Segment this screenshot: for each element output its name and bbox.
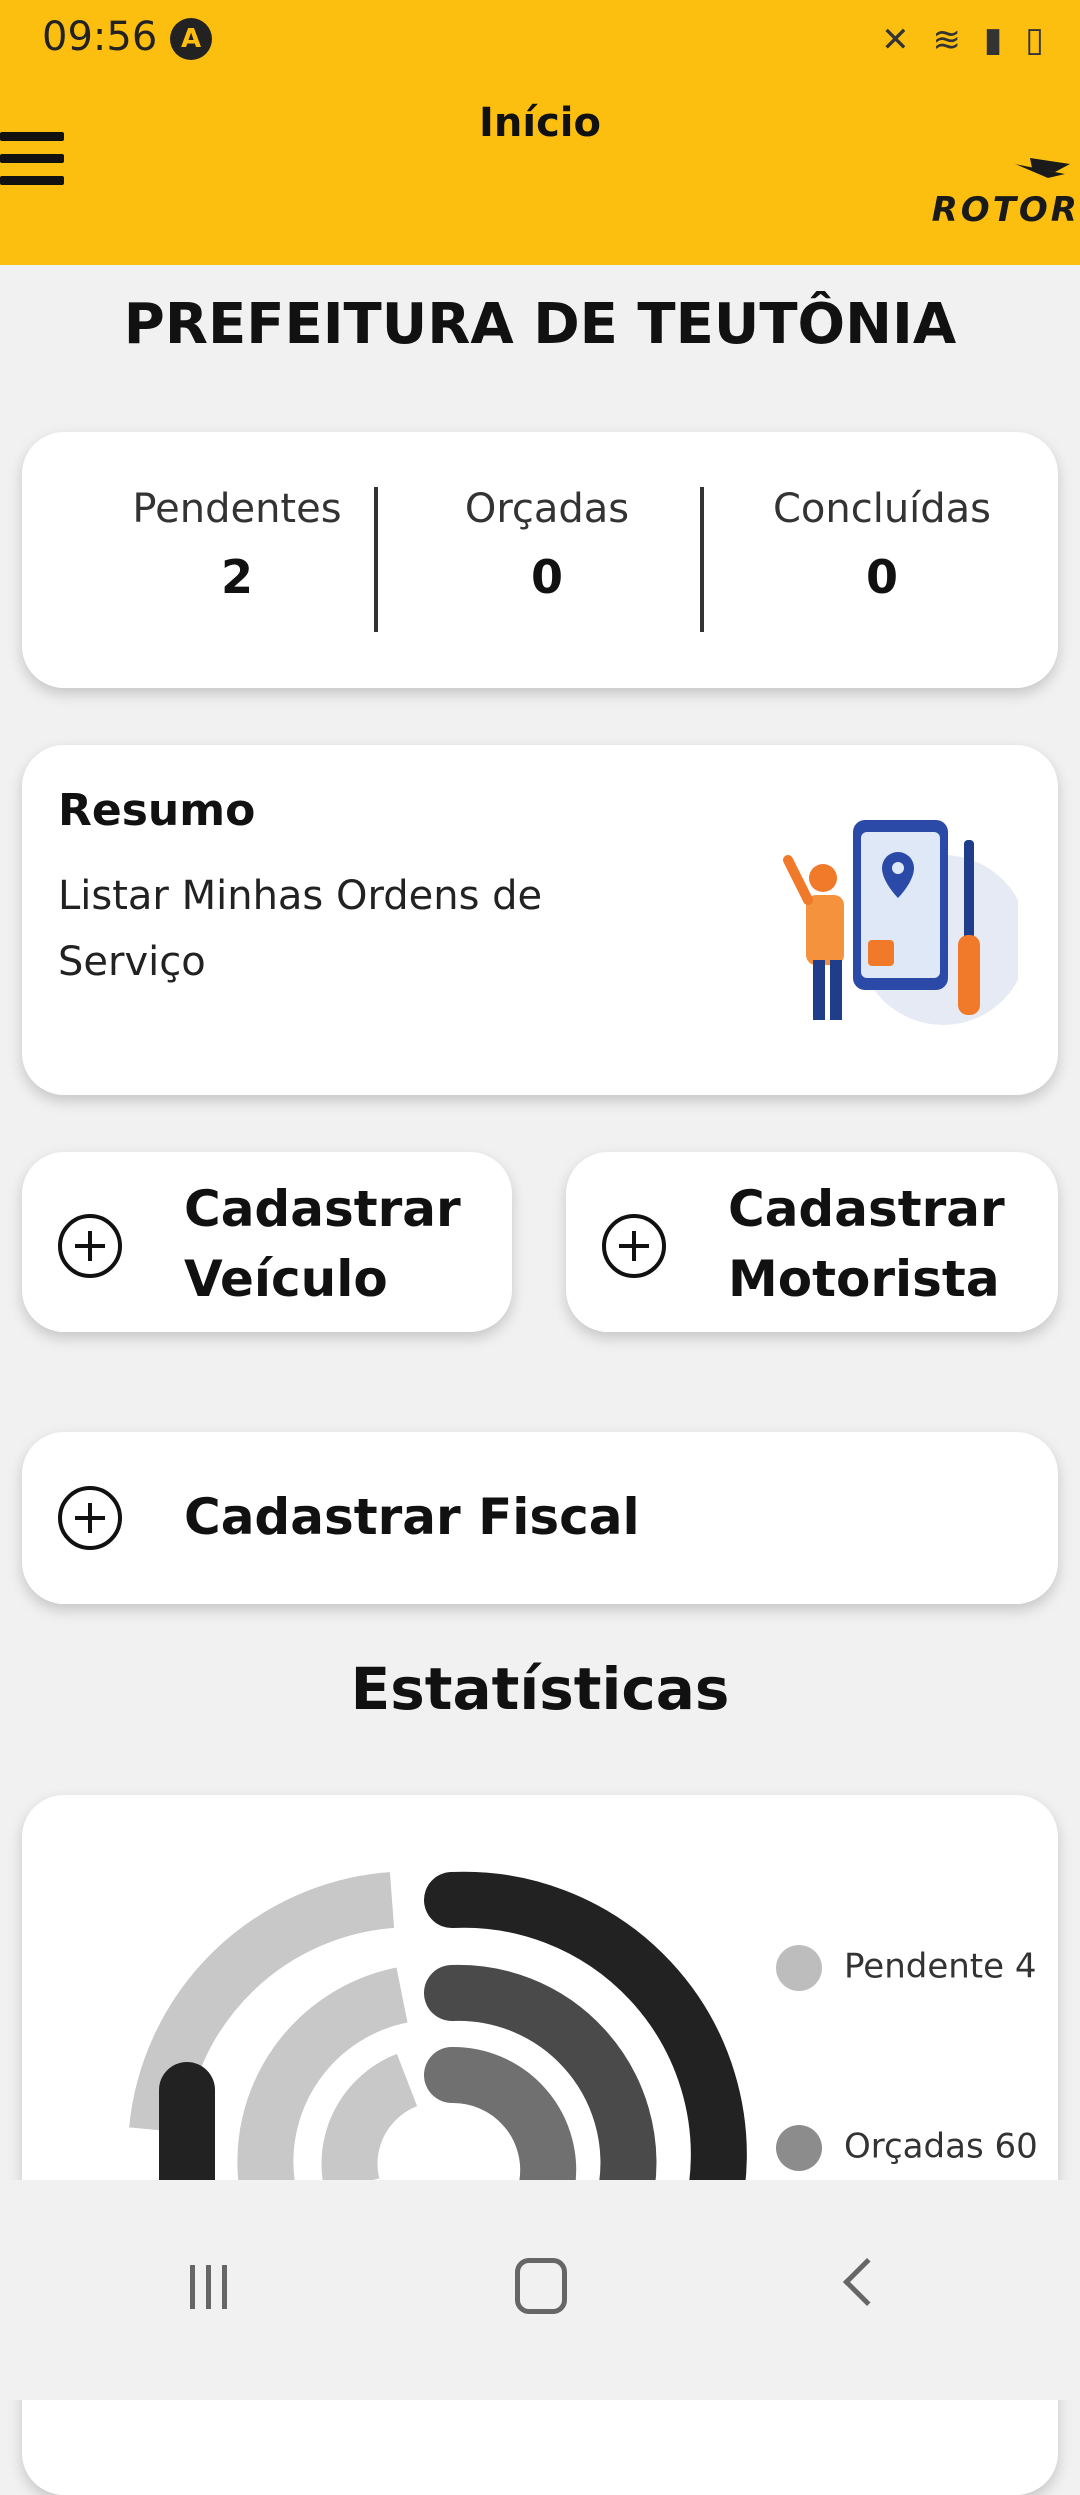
page-title: Início xyxy=(479,100,601,146)
resumo-description: Listar Minhas Ordens de Serviço xyxy=(58,873,543,985)
action-label: Cadastrar Fiscal xyxy=(184,1488,640,1546)
status-bar: 09:56 A ✕ ≋ ▮ ▯ xyxy=(0,0,1080,80)
stat-value: 0 xyxy=(530,550,563,604)
signal-icon: ▮ xyxy=(983,20,1009,60)
legend-dot xyxy=(776,2125,822,2171)
legend-label: Pendente 4 xyxy=(844,1946,1037,1987)
mute-icon: ✕ xyxy=(881,20,916,60)
organization-title: PREFEITURA DE TEUTÔNIA xyxy=(123,292,957,357)
divider xyxy=(700,487,704,632)
app-header: 09:56 A ✕ ≋ ▮ ▯ Início ROTOR xyxy=(0,0,1080,265)
wifi-icon: ≋ xyxy=(932,20,967,60)
divider xyxy=(374,487,378,632)
resumo-title: Resumo xyxy=(58,785,256,836)
stat-label: Pendentes xyxy=(132,486,342,532)
rotor-logo: ROTOR xyxy=(920,150,1080,230)
legend-item-pendente: Pendente 4 xyxy=(776,1945,1058,1991)
legend-label: Orçadas 60 xyxy=(844,2126,1038,2167)
stat-concluidas[interactable]: Concluídas 0 xyxy=(712,432,1052,604)
stat-orcadas[interactable]: Orçadas 0 xyxy=(387,432,707,604)
stats-card: Pendentes 2 Orçadas 0 Concluídas 0 xyxy=(22,432,1058,688)
action-label-line2: Motorista xyxy=(728,1250,1000,1308)
cadastrar-motorista-button[interactable]: Cadastrar Motorista xyxy=(566,1152,1058,1332)
stat-value: 0 xyxy=(865,550,898,604)
plus-circle-icon xyxy=(58,1214,122,1278)
home-icon[interactable] xyxy=(515,2258,567,2314)
inner-ring xyxy=(424,2046,577,2213)
inner-track xyxy=(321,2053,419,2192)
battery-icon: ▯ xyxy=(1025,20,1050,60)
stat-label: Orçadas xyxy=(464,486,630,532)
statistics-title: Estatísticas xyxy=(350,1655,730,1723)
stat-pendentes[interactable]: Pendentes 2 xyxy=(77,432,397,604)
phone-map-illustration-icon xyxy=(783,820,1018,1025)
cadastrar-fiscal-button[interactable]: Cadastrar Fiscal xyxy=(22,1432,1058,1604)
action-label-line1: Cadastrar xyxy=(728,1180,1005,1238)
cadastrar-veiculo-button[interactable]: Cadastrar Veículo xyxy=(22,1152,512,1332)
legend-dot xyxy=(776,1945,822,1991)
action-label: Cadastrar Veículo xyxy=(184,1174,461,1314)
status-time: 09:56 xyxy=(42,14,158,60)
system-navigation-bar xyxy=(0,2180,1080,2400)
stat-value: 2 xyxy=(220,550,253,604)
notification-icon: A xyxy=(170,18,212,60)
recent-apps-icon[interactable] xyxy=(190,2265,260,2315)
logo-mark-icon xyxy=(1015,158,1070,178)
resumo-card[interactable]: Resumo Listar Minhas Ordens de Serviço xyxy=(22,745,1058,1095)
back-icon[interactable] xyxy=(842,2257,892,2307)
stat-label: Concluídas xyxy=(772,486,992,532)
status-icons: ✕ ≋ ▮ ▯ xyxy=(881,20,1050,60)
action-label: Cadastrar Motorista xyxy=(728,1174,1005,1314)
action-label-line2: Veículo xyxy=(184,1250,388,1308)
legend-item-orcadas: Orçadas 60 xyxy=(776,2125,1058,2171)
plus-circle-icon xyxy=(58,1486,122,1550)
logo-text: ROTOR xyxy=(931,190,1080,230)
plus-circle-icon xyxy=(602,1214,666,1278)
action-label-line1: Cadastrar xyxy=(184,1180,461,1238)
